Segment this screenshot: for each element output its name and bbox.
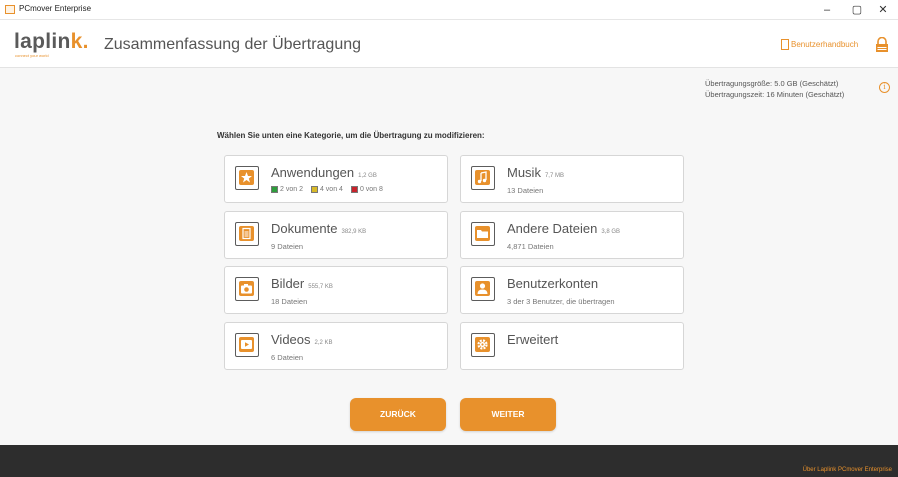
music-note-icon <box>471 166 495 190</box>
green-swatch <box>271 186 278 193</box>
category-card-music[interactable]: Musik 7,7 MB 13 Dateien <box>460 155 684 203</box>
instruction-text: Wählen Sie unten eine Kategorie, um die … <box>217 131 485 140</box>
logo-text: laplin <box>14 30 71 53</box>
lock-icon[interactable] <box>875 37 889 53</box>
breakdown-red: 0 von 8 <box>350 186 383 193</box>
category-title-other-files: Andere Dateien 3,8 GB <box>507 221 620 236</box>
star-icon <box>235 166 259 190</box>
logo-tagline: connect your world <box>15 53 49 58</box>
folder-icon <box>471 222 495 246</box>
category-name: Andere Dateien <box>507 221 598 236</box>
transfer-time: Übertragungszeit: 16 Minuten (Geschätzt) <box>705 90 845 99</box>
category-name: Erweitert <box>507 332 559 347</box>
category-name: Benutzerkonten <box>507 276 599 291</box>
about-link[interactable]: Über Laplink PCmover Enterprise <box>803 467 892 473</box>
category-title-music: Musik 7,7 MB <box>507 165 564 180</box>
video-play-icon <box>235 333 259 357</box>
transfer-summary: Übertragungsgröße: 5.0 GB (Geschätzt) Üb… <box>705 78 844 100</box>
document-icon <box>235 222 259 246</box>
breakdown-label: 0 von 8 <box>359 186 383 193</box>
category-size: 1,2 GB <box>358 173 377 179</box>
minimize-button[interactable]: – <box>812 0 842 20</box>
category-title-user-accounts: Benutzerkonten <box>507 276 598 291</box>
category-subtext: 13 Dateien <box>507 186 544 195</box>
user-manual-label: Benutzerhandbuch <box>791 40 859 49</box>
category-size: 3,8 GB <box>601 229 621 235</box>
category-subtext: 9 Dateien <box>271 242 304 251</box>
category-card-pictures[interactable]: Bilder 555,7 KB 18 Dateien <box>224 266 448 314</box>
category-card-user-accounts[interactable]: Benutzerkonten 3 der 3 Benutzer, die übe… <box>460 266 684 314</box>
category-subtext: 3 der 3 Benutzer, die übertragen <box>507 297 615 306</box>
category-title-applications: Anwendungen 1,2 GB <box>271 165 377 180</box>
user-manual-link[interactable]: Benutzerhandbuch <box>781 39 858 50</box>
category-title-videos: Videos 2,2 KB <box>271 332 333 347</box>
user-icon <box>471 277 495 301</box>
app-icon <box>5 5 15 14</box>
category-name: Videos <box>271 332 311 347</box>
category-name: Dokumente <box>271 221 338 236</box>
logo-accent: k. <box>70 30 89 53</box>
category-name: Anwendungen <box>271 165 355 180</box>
category-subtext: 6 Dateien <box>271 353 304 362</box>
red-swatch <box>350 186 358 193</box>
applications-breakdown: 2 von 2 4 von 4 0 von 8 <box>271 186 383 193</box>
category-size: 382,9 KB <box>341 229 367 235</box>
book-icon <box>781 39 789 50</box>
window-title: PCmover Enterprise <box>19 4 92 13</box>
close-button[interactable]: ✕ <box>868 0 898 20</box>
category-size: 7,7 MB <box>544 173 564 179</box>
category-title-advanced: Erweitert <box>507 332 558 347</box>
category-subtext: 18 Dateien <box>271 297 308 306</box>
app-header: laplink. connect your world Zusammenfass… <box>0 20 898 68</box>
breakdown-green: 2 von 2 <box>271 186 303 193</box>
gear-icon <box>471 333 495 357</box>
category-name: Bilder <box>271 276 305 291</box>
category-title-pictures: Bilder 555,7 KB <box>271 276 333 291</box>
breakdown-label: 4 von 4 <box>319 186 343 193</box>
category-card-videos[interactable]: Videos 2,2 KB 6 Dateien <box>224 322 448 370</box>
next-button[interactable]: WEITER <box>460 398 556 431</box>
info-icon[interactable]: i <box>879 82 890 93</box>
category-title-documents: Dokumente 382,9 KB <box>271 221 366 236</box>
category-card-advanced[interactable]: Erweitert <box>460 322 684 370</box>
yellow-swatch <box>310 186 318 193</box>
laplink-logo: laplink. <box>14 30 89 54</box>
category-size: 555,7 KB <box>308 284 333 290</box>
page-title: Zusammenfassung der Übertragung <box>104 36 362 53</box>
category-subtext: 4,871 Dateien <box>507 242 554 251</box>
back-button[interactable]: ZURÜCK <box>350 398 446 431</box>
breakdown-yellow: 4 von 4 <box>310 186 343 193</box>
breakdown-label: 2 von 2 <box>280 186 303 193</box>
camera-icon <box>235 277 259 301</box>
transfer-size: Übertragungsgröße: 5.0 GB (Geschätzt) <box>705 79 839 88</box>
title-bar: PCmover Enterprise – ▢ ✕ <box>0 0 898 20</box>
category-card-documents[interactable]: Dokumente 382,9 KB 9 Dateien <box>224 211 448 259</box>
footer: Über Laplink PCmover Enterprise <box>0 445 898 477</box>
category-card-applications[interactable]: Anwendungen 1,2 GB 2 von 2 4 von 4 0 von … <box>224 155 448 203</box>
category-card-other-files[interactable]: Andere Dateien 3,8 GB 4,871 Dateien <box>460 211 684 259</box>
category-size: 2,2 KB <box>314 340 333 346</box>
category-name: Musik <box>507 165 541 180</box>
